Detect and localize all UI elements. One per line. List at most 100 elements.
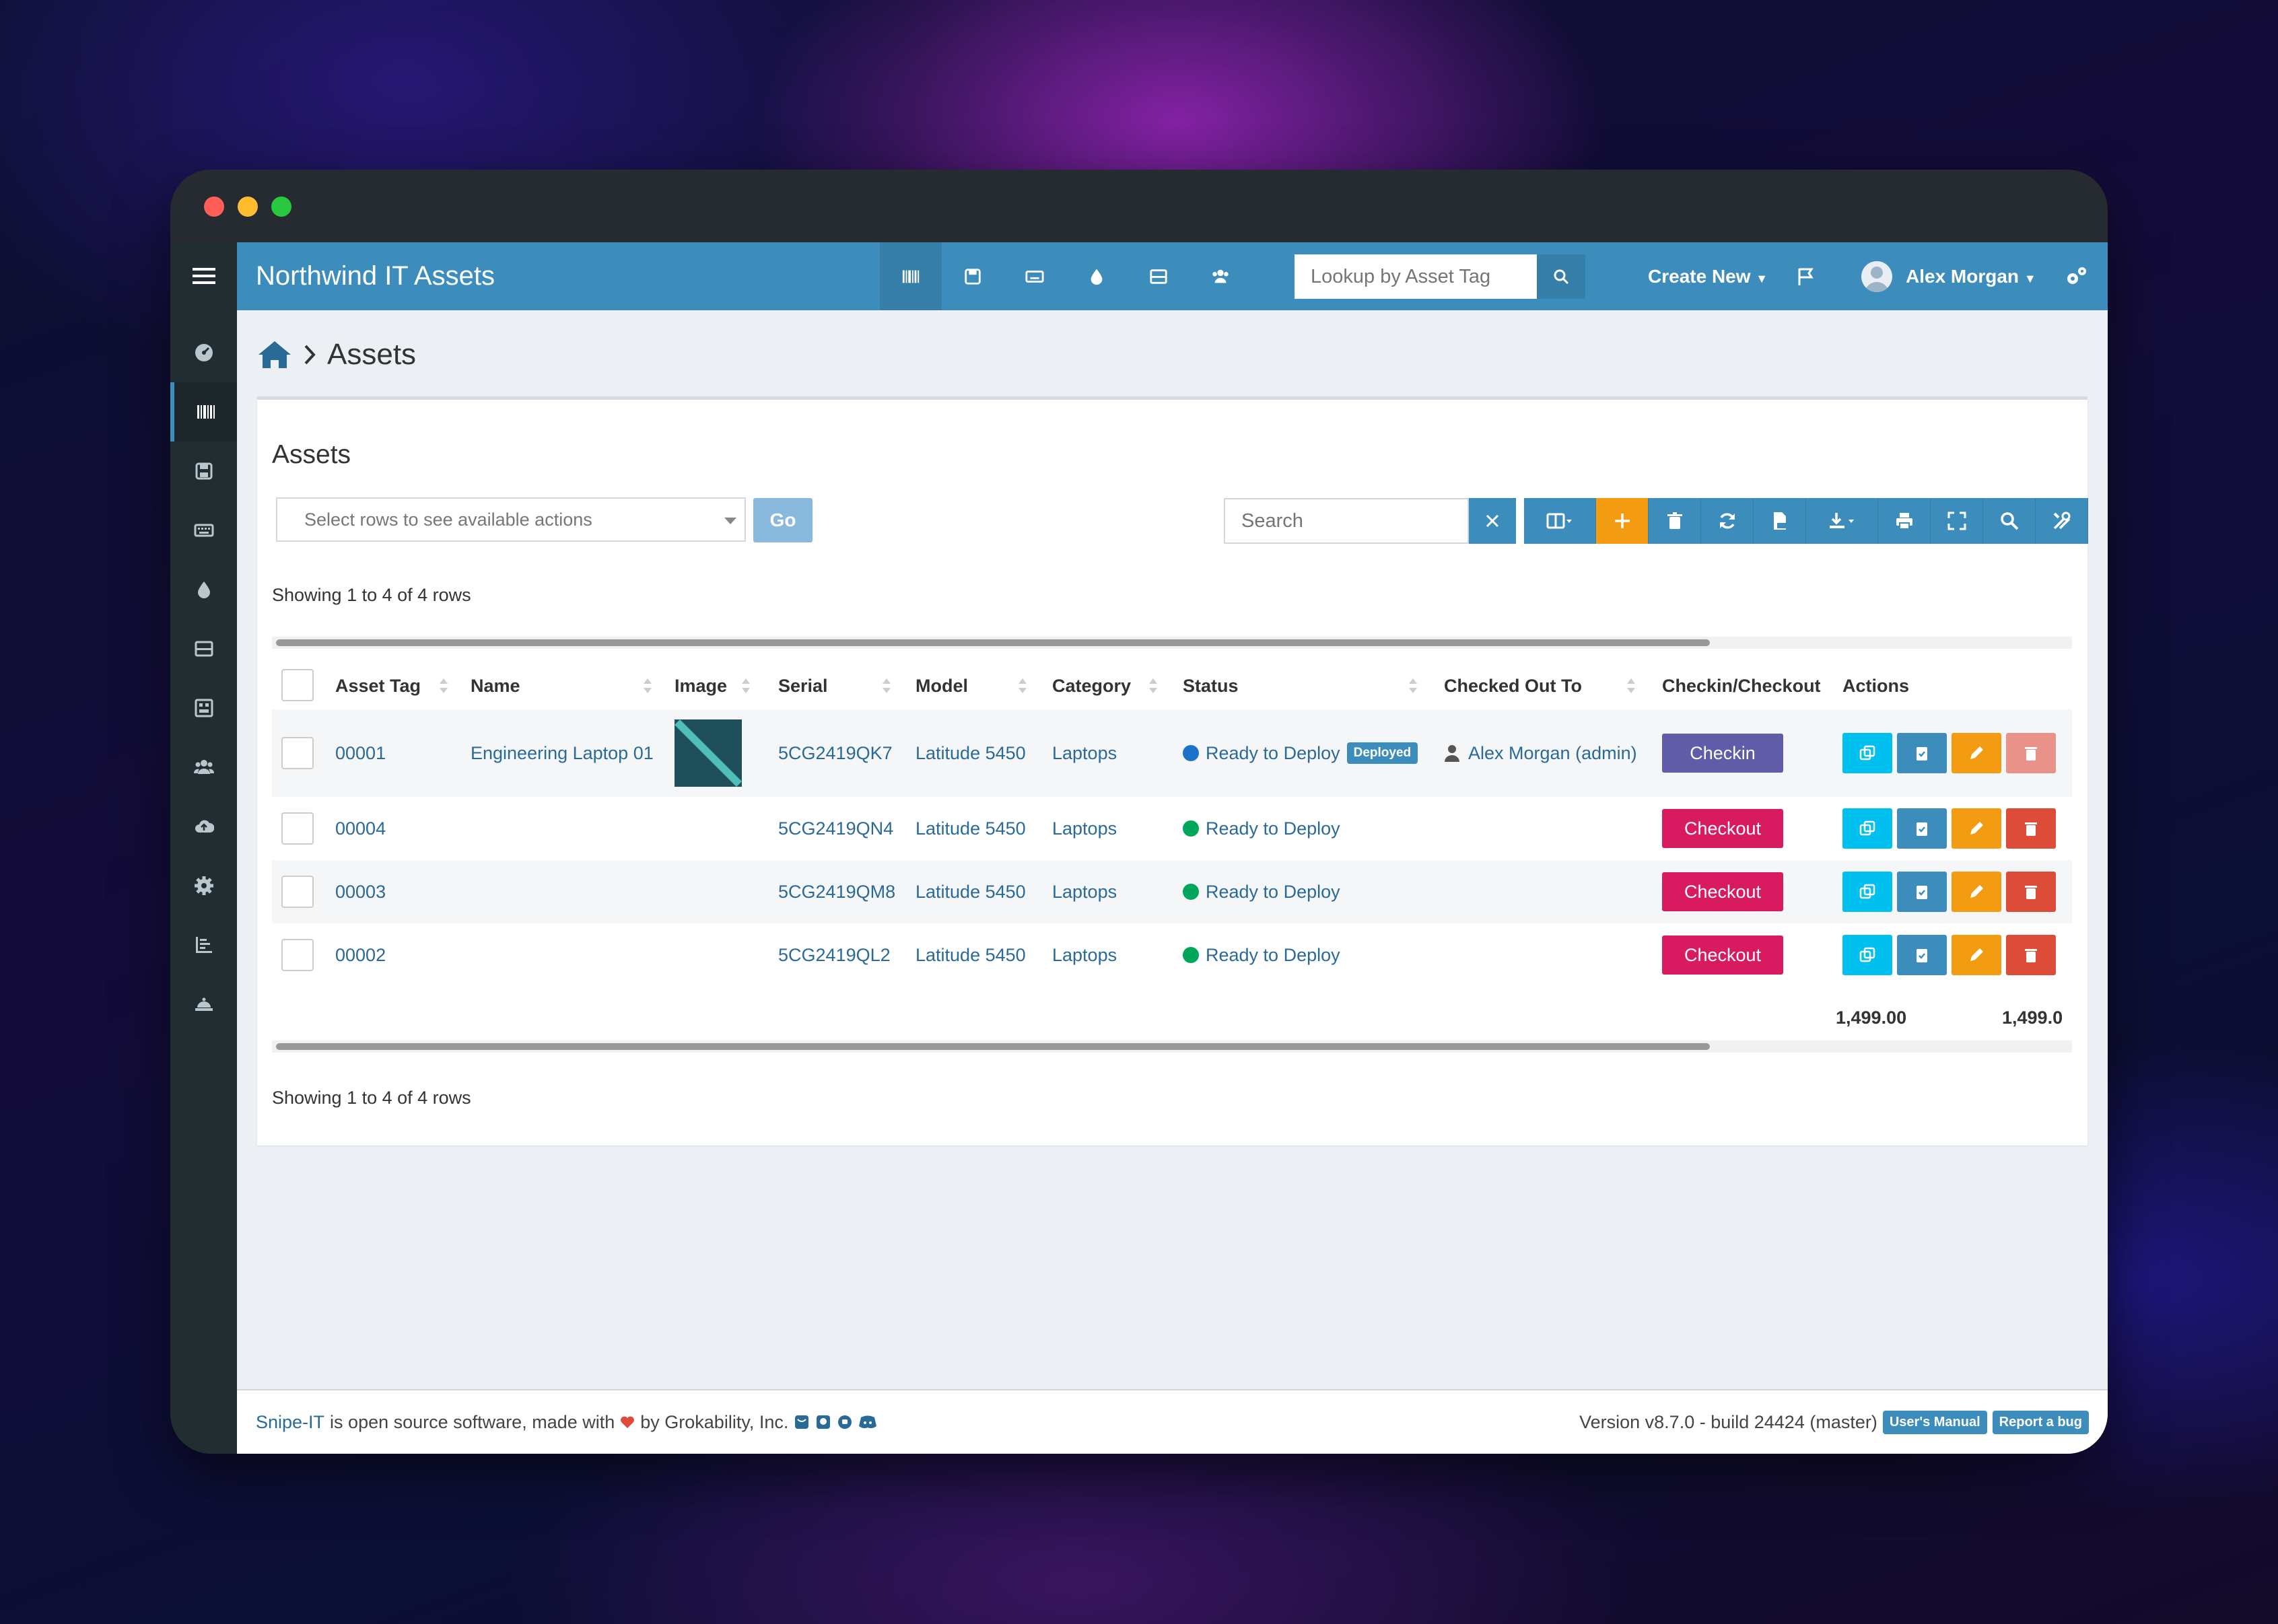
row-checkbox[interactable] (281, 812, 314, 845)
delete-selected-button[interactable] (1649, 498, 1701, 544)
model-link[interactable]: Latitude 5450 (916, 860, 1026, 923)
audit-button[interactable] (1897, 733, 1947, 773)
user-menu-dropdown[interactable]: Alex Morgan ▼ (1906, 242, 2036, 310)
close-window-button[interactable] (204, 197, 224, 217)
export-dropdown-button[interactable] (1806, 498, 1878, 544)
clone-button[interactable] (1842, 733, 1892, 773)
row-checkbox[interactable] (281, 737, 314, 769)
add-asset-button[interactable] (1596, 498, 1649, 544)
column-model[interactable]: Model (916, 662, 968, 709)
home-icon[interactable] (257, 340, 292, 369)
sidebar-item-settings[interactable] (170, 856, 237, 915)
scrollbar-thumb[interactable] (276, 639, 1710, 646)
sort-icon[interactable] (1018, 677, 1027, 695)
status-cell[interactable]: Ready to Deploy Deployed (1183, 709, 1418, 797)
table-row[interactable]: 00001 Engineering Laptop 01 5CG2419QK7 L… (272, 709, 2072, 797)
sidebar-item-dashboard[interactable] (170, 323, 237, 382)
checked-out-user-link[interactable]: Alex Morgan (admin) (1468, 743, 1637, 764)
github-icon[interactable] (815, 1414, 831, 1430)
delete-button[interactable] (2006, 935, 2056, 975)
column-image[interactable]: Image (675, 662, 727, 709)
edit-button[interactable] (1952, 733, 2001, 773)
app-title[interactable]: Northwind IT Assets (256, 242, 495, 310)
checked-out-to-cell[interactable]: Alex Morgan (admin) (1444, 709, 1637, 797)
nav-components-button[interactable] (1128, 242, 1189, 310)
category-link[interactable]: Laptops (1052, 923, 1117, 987)
table-row[interactable]: 00004 5CG2419QN4 Latitude 5450 Laptops R… (272, 797, 2072, 860)
sidebar-item-kits[interactable] (170, 678, 237, 738)
refresh-button[interactable] (1701, 498, 1754, 544)
select-all-checkbox-cell[interactable] (281, 669, 314, 703)
nav-consumables-button[interactable] (1066, 242, 1128, 310)
go-button[interactable]: Go (753, 498, 813, 542)
table-search-input[interactable] (1224, 498, 1469, 544)
status-cell[interactable]: Ready to Deploy (1183, 923, 1340, 987)
row-checkbox[interactable] (281, 876, 314, 908)
column-category[interactable]: Category (1052, 662, 1131, 709)
asset-image-cell[interactable] (675, 709, 742, 797)
columns-toggle-button[interactable] (1524, 498, 1596, 544)
serial-link[interactable]: 5CG2419QN4 (778, 797, 893, 860)
report-bug-button[interactable]: Report a bug (1992, 1410, 2089, 1434)
tools-button[interactable] (2036, 498, 2088, 544)
sidebar-item-accessories[interactable] (170, 501, 237, 560)
nav-people-button[interactable] (1189, 242, 1251, 310)
flag-icon[interactable] (1795, 267, 1816, 287)
row-checkbox-cell[interactable] (281, 709, 314, 797)
clone-button[interactable] (1842, 935, 1892, 975)
advanced-search-button[interactable] (1983, 498, 2036, 544)
sort-icon[interactable] (741, 677, 751, 695)
edit-button[interactable] (1952, 935, 2001, 975)
fullscreen-button[interactable] (1931, 498, 1983, 544)
audit-button[interactable] (1897, 808, 1947, 849)
sort-icon[interactable] (643, 677, 652, 695)
clone-button[interactable] (1842, 872, 1892, 912)
category-link[interactable]: Laptops (1052, 860, 1117, 923)
row-checkbox-cell[interactable] (281, 797, 314, 860)
edit-button[interactable] (1952, 872, 2001, 912)
status-cell[interactable]: Ready to Deploy (1183, 860, 1340, 923)
clear-search-button[interactable] (1469, 498, 1516, 544)
column-name[interactable]: Name (471, 662, 520, 709)
print-button[interactable] (1878, 498, 1931, 544)
create-new-dropdown[interactable]: Create New ▼ (1648, 242, 1768, 310)
column-checked-out-to[interactable]: Checked Out To (1444, 662, 1582, 709)
asset-name-link[interactable]: Engineering Laptop 01 (471, 709, 654, 797)
sort-icon[interactable] (1626, 677, 1636, 695)
nav-accessories-button[interactable] (1004, 242, 1066, 310)
serial-link[interactable]: 5CG2419QM8 (778, 860, 895, 923)
model-link[interactable]: Latitude 5450 (916, 709, 1026, 797)
sort-icon[interactable] (439, 677, 448, 695)
mastodon-icon[interactable] (837, 1414, 853, 1430)
serial-link[interactable]: 5CG2419QK7 (778, 709, 893, 797)
lookup-search-button[interactable] (1537, 254, 1585, 299)
clone-button[interactable] (1842, 808, 1892, 849)
select-all-checkbox[interactable] (281, 669, 314, 701)
admin-settings-icon[interactable] (2064, 265, 2088, 288)
discord-icon[interactable] (858, 1414, 877, 1430)
sidebar-item-people[interactable] (170, 738, 237, 797)
sidebar-item-components[interactable] (170, 619, 237, 678)
checkin-button[interactable]: Checkin (1662, 734, 1783, 773)
status-label[interactable]: Ready to Deploy (1206, 882, 1340, 903)
checkout-button[interactable]: Checkout (1662, 809, 1783, 848)
asset-tag-link[interactable]: 00001 (335, 709, 386, 797)
status-cell[interactable]: Ready to Deploy (1183, 797, 1340, 860)
category-link[interactable]: Laptops (1052, 797, 1117, 860)
nav-licenses-button[interactable] (942, 242, 1004, 310)
sidebar-item-consumables[interactable] (170, 560, 237, 619)
bluesky-icon[interactable] (794, 1414, 810, 1430)
status-label[interactable]: Ready to Deploy (1206, 818, 1340, 839)
export-csv-button[interactable] (1754, 498, 1806, 544)
horizontal-scrollbar-bottom[interactable] (272, 1040, 2072, 1053)
horizontal-scrollbar-top[interactable] (272, 637, 2072, 649)
maximize-window-button[interactable] (271, 197, 291, 217)
sort-icon[interactable] (1148, 677, 1158, 695)
edit-button[interactable] (1952, 808, 2001, 849)
delete-button[interactable] (2006, 872, 2056, 912)
audit-button[interactable] (1897, 935, 1947, 975)
checkout-button[interactable]: Checkout (1662, 872, 1783, 911)
row-checkbox-cell[interactable] (281, 923, 314, 987)
audit-button[interactable] (1897, 872, 1947, 912)
column-serial[interactable]: Serial (778, 662, 828, 709)
